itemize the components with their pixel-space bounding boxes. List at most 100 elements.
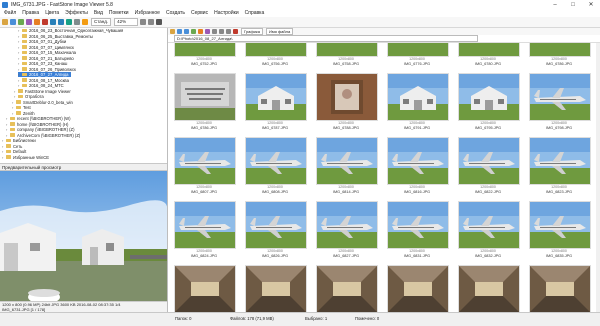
menu-view[interactable]: Вид [94,10,103,16]
forward-icon[interactable] [184,29,189,34]
sort-icon[interactable] [219,29,224,34]
thumbnail-item[interactable]: 1200x800 IMG_6807.JPG [172,135,236,199]
expand-arrow-icon[interactable]: › [18,50,21,55]
expand-arrow-icon[interactable]: › [18,45,21,50]
tree-item[interactable]: › Избранные WinCE [2,155,49,160]
expand-arrow-icon[interactable]: › [18,56,21,61]
thumbnail-item[interactable]: 1200x800 IMG_6827.JPG [314,199,378,263]
tree-item[interactable]: › Отработа [14,94,44,99]
thumbnail-image[interactable] [174,43,236,57]
folder-tree[interactable]: › 2016_06_23_Восточная_Одноэтажная_Чуваши… [0,28,167,163]
thumbnail-image[interactable] [316,201,378,249]
tree-item[interactable]: › Сеть [2,144,22,149]
thumbnail-image[interactable] [245,73,307,121]
tree-item[interactable]: › 2016_08_24_МТС [18,83,64,88]
zoom-in-icon[interactable] [140,19,147,25]
tree-item[interactable]: › 2016_06_23_Восточная_Одноэтажная_Чуваши… [18,28,123,33]
expand-arrow-icon[interactable]: › [18,83,21,88]
menu-edit[interactable]: Правка [22,10,39,16]
path-input[interactable]: D:\Photo\2016_08_27_Алгида\ [174,35,478,42]
thumbnail-item[interactable]: 1200x800 IMG_6787.JPG [243,71,307,135]
thumbnail-item[interactable]: 1200x800 [172,263,236,312]
expand-arrow-icon[interactable]: › [18,28,21,33]
tree-item[interactable]: › company (\\BIGBROTHER) (Z) [6,127,74,132]
thumbnail-item[interactable]: 1200x800 IMG_6814.JPG [314,135,378,199]
expand-arrow-icon[interactable]: › [18,72,21,77]
thumbnail-image[interactable] [529,73,591,121]
minimize-button[interactable]: – [546,0,564,9]
thumbnail-item[interactable]: 1200x800 IMG_6835.JPG [527,199,591,263]
sort-select[interactable]: Имя файла [265,28,294,35]
thumbnail-item[interactable]: 1200x800 IMG_6788.JPG [314,71,378,135]
save-icon[interactable] [10,19,16,25]
expand-arrow-icon[interactable]: › [2,149,5,154]
scrollbar[interactable] [596,43,600,312]
thumbnail-item[interactable]: 1200x800 [243,263,307,312]
expand-arrow-icon[interactable]: › [2,155,5,160]
menu-tags[interactable]: Пометки [109,10,129,16]
tree-item[interactable]: › 2016_07_26_Приволжск [18,67,76,72]
thumb-size-icon[interactable] [205,29,210,34]
tree-item[interactable]: › FastStone Image Viewer [14,89,71,94]
thumbnail-item[interactable]: 1200x800 IMG_6831.JPG [385,199,449,263]
menu-file[interactable]: Файл [4,10,16,16]
thumbnail-image[interactable] [529,137,591,185]
expand-arrow-icon[interactable]: › [14,94,17,99]
fullscreen-icon[interactable] [156,19,163,25]
thumbnail-item[interactable]: 1200x800 IMG_6824.JPG [172,199,236,263]
expand-arrow-icon[interactable]: › [6,116,9,121]
tree-item[interactable]: › 2016_07_23_Канаш [18,61,67,66]
expand-arrow-icon[interactable]: › [2,138,5,143]
tree-item[interactable]: › Zenith [12,111,35,116]
open-folder-icon[interactable] [2,19,8,25]
thumbnail-item[interactable]: 1200x800 IMG_6795.JPG [456,71,520,135]
expand-arrow-icon[interactable]: › [6,133,9,138]
expand-arrow-icon[interactable]: › [6,127,9,132]
tree-item[interactable]: › 2016_06_25_Выставка_Ремонты [18,34,93,39]
tree-item[interactable]: › Test [12,105,31,110]
expand-arrow-icon[interactable]: › [12,105,15,110]
thumbnail-image[interactable] [316,73,378,121]
email-icon[interactable] [34,19,40,25]
thumbnail-item[interactable]: 1200x800 IMG_6758.JPG [314,43,378,71]
tree-item[interactable]: › Default [2,149,26,154]
expand-arrow-icon[interactable]: › [6,122,9,127]
thumbnail-image[interactable] [387,201,449,249]
delete-icon[interactable] [42,19,48,25]
refresh-icon[interactable] [18,19,24,25]
thumbnail-image[interactable] [458,201,520,249]
thumbnail-grid[interactable]: 1200x800 IMG_6752.JPG 1200x800 IMG_6756.JPG… [168,43,600,312]
slideshow-icon[interactable] [26,19,32,25]
thumbnail-item[interactable]: 1200x800 IMG_6798.JPG [527,71,591,135]
view-icon[interactable] [226,29,231,34]
expand-arrow-icon[interactable]: › [18,61,21,66]
tree-item[interactable]: › 2016_08_17_Москва [18,78,69,83]
thumbnail-item[interactable]: 1200x800 IMG_6756.JPG [243,43,307,71]
tree-item[interactable]: › recent (\\BIGBROTHER) (W) [6,116,71,121]
details-icon[interactable] [212,29,217,34]
thumbnail-image[interactable] [458,265,520,312]
thumbnail-item[interactable]: 1200x800 IMG_6823.JPG [527,135,591,199]
thumbnail-image[interactable] [245,137,307,185]
thumbnail-item[interactable]: 1200x800 [385,263,449,312]
tree-item[interactable]: › 2016_07_07_Цимлянск [18,45,74,50]
rotate-left-icon[interactable] [50,19,56,25]
tree-item[interactable]: › 2016_07_21_Батырево [18,56,74,61]
thumbnail-item[interactable]: 1200x800 IMG_6822.JPG [456,135,520,199]
thumbnail-item[interactable]: 1200x800 [456,263,520,312]
menu-colors[interactable]: Цвета [45,10,59,16]
close-button[interactable]: ✕ [582,0,600,9]
thumbnail-item[interactable]: 1200x800 IMG_6832.JPG [456,199,520,263]
thumbnail-image[interactable] [458,43,520,57]
thumbnail-item[interactable]: 1200x800 [527,263,591,312]
tree-item[interactable]: › 2016_07_01_Дубки [18,39,66,44]
menu-effects[interactable]: Эффекты [65,10,88,16]
tree-item[interactable]: › 2016_07_15_Махачкала [18,50,76,55]
thumbnail-image[interactable] [387,265,449,312]
tree-item[interactable]: › 2016_07_27_Алгида [18,72,71,77]
thumbnail-item[interactable]: 1200x800 IMG_6752.JPG [172,43,236,71]
rotate-right-icon[interactable] [58,19,64,25]
thumbnail-image[interactable] [174,73,236,121]
adjust-icon[interactable] [82,19,88,25]
view-mode-select[interactable]: Графика [241,28,263,35]
